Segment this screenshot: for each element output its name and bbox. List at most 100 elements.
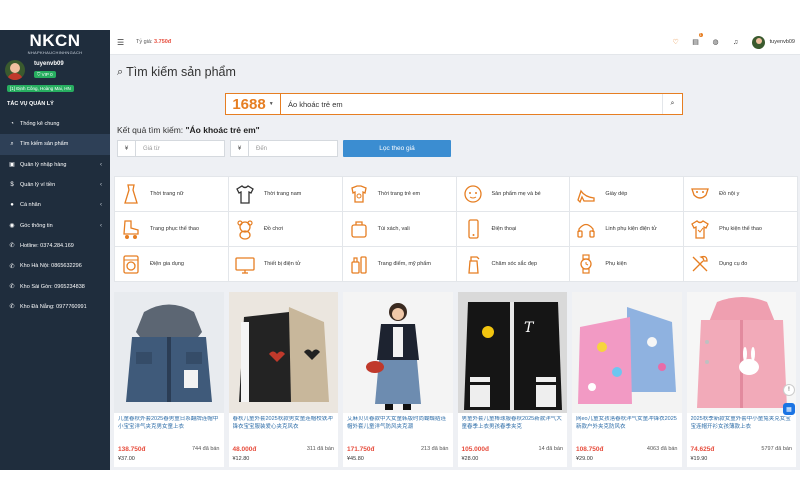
category-item[interactable]: Điện gia dụng: [115, 247, 228, 281]
category-label: Đồ chơi: [263, 226, 284, 232]
sidebar-item-dashboard[interactable]: ◔ Thống kê chung: [0, 114, 110, 134]
header-username[interactable]: tuyenvb09: [770, 39, 795, 45]
product-sold-count: 744 đã bán: [191, 446, 220, 452]
cart-icon[interactable]: ▤ 1: [686, 33, 706, 49]
category-label: Thời trang nam: [263, 191, 302, 197]
exchange-rate-value: 3.750đ: [154, 39, 172, 45]
product-title[interactable]: 2025秋季新款女童外套中小童兔夹克女宝宝连帽开衫女孩薄款上衣: [691, 416, 793, 431]
category-item[interactable]: Đồ chơi: [228, 212, 342, 246]
filter-price-button[interactable]: Lọc theo giá: [343, 140, 451, 157]
search-icon: ⌕: [670, 100, 675, 107]
product-image[interactable]: [228, 292, 338, 413]
wishlist-icon[interactable]: ♡: [666, 35, 686, 49]
product-card[interactable]: 儿童春秋外套2025春男童日系翻牌连帽中小宝宝洋气夹克男女童上衣 138.750…: [114, 292, 224, 467]
category-item[interactable]: Thiết bị điện tử: [228, 247, 342, 281]
product-image[interactable]: [572, 292, 682, 413]
sidebar-item-label: Hotline: 0374.284.169: [20, 242, 74, 249]
category-item[interactable]: Thời trang nam: [228, 177, 342, 211]
category-item[interactable]: Túi xách, vali: [342, 212, 456, 246]
page-title: ⌕ Tìm kiếm sản phẩm: [117, 65, 236, 79]
category-item[interactable]: Chăm sóc sắc đẹp: [456, 247, 570, 281]
category-label: Trang phục thể thao: [150, 226, 200, 232]
sidebar-item-label: Thống kê chung: [20, 121, 60, 128]
category-item[interactable]: Trang phục thể thao: [115, 212, 228, 246]
sidebar-item-label: Cá nhân: [20, 202, 41, 209]
bell-icon[interactable]: ♫: [726, 35, 746, 49]
category-item[interactable]: Thời trang nữ: [115, 177, 228, 211]
category-item[interactable]: Thời trang trẻ em: [342, 177, 456, 211]
product-card[interactable]: 网eo儿童女孩落春秋洋气女童冲锋衣2025新款户外夹克防风衣 108.750đ …: [572, 292, 682, 467]
sidebar-item-search[interactable]: ⌕ Tìm kiếm sản phẩm: [0, 134, 110, 155]
product-title[interactable]: 儿童春秋外套2025春男童日系翻牌连帽中小宝宝洋气夹克男女童上衣: [118, 416, 220, 431]
user-icon: ●: [10, 202, 14, 209]
phone-icon: ✆: [9, 243, 15, 250]
product-title[interactable]: 艾麻贝贝春款中大女童韩版时尚蝴蝶结连帽外套儿童洋气防风夹克潮: [347, 416, 449, 431]
sidebar-item-danang[interactable]: ✆ Kho Đà Nẵng: 0977760991: [0, 297, 110, 317]
product-card[interactable]: 2025秋季新款女童外套中小童兔夹克女宝宝连帽开衫女孩薄款上衣 74.625đ …: [686, 292, 796, 467]
logo[interactable]: NKCN NHAPKHAUCHINHNGACH: [0, 30, 110, 57]
logo-text: NKCN: [29, 31, 81, 50]
sidebar-item-label: Tìm kiếm sản phẩm: [20, 141, 69, 148]
category-label: Thời trang nữ: [150, 191, 184, 197]
product-title[interactable]: 男童外套儿童棒球服春秋2025新款洋气大童春季上衣男孩春季夹克: [462, 416, 564, 431]
category-item[interactable]: Linh phụ kiện điện tử: [570, 212, 684, 246]
category-label: Chăm sóc sắc đẹp: [491, 261, 538, 267]
product-card[interactable]: 艾麻贝贝春款中大女童韩版时尚蝴蝶结连帽外套儿童洋气防风夹克潮 171.750đ …: [343, 292, 453, 467]
headphones-icon: [574, 217, 598, 241]
product-image[interactable]: [343, 292, 453, 413]
cart-badge: 1: [698, 33, 703, 37]
search-button[interactable]: ⌕: [662, 94, 682, 114]
category-item[interactable]: Phụ kiện: [570, 247, 684, 281]
sidebar-item-info[interactable]: ◉ Góc thông tin ‹: [0, 215, 110, 235]
header-avatar[interactable]: [751, 35, 765, 49]
product-image[interactable]: [686, 292, 796, 413]
category-item[interactable]: Trang điểm, mỹ phẩm: [342, 247, 456, 281]
product-card[interactable]: 春秋儿童外套2025秋款男女童连帽校铁冲锋衣宝宝服装爱心夹克风衣 48.000đ…: [228, 292, 338, 467]
category-label: Thời trang trẻ em: [377, 191, 421, 197]
product-title[interactable]: 网eo儿童女孩落春秋洋气女童冲锋衣2025新款户外夹克防风衣: [576, 416, 678, 431]
globe-icon[interactable]: ◍: [706, 35, 726, 49]
product-sold-count: 14 đã bán: [538, 446, 563, 452]
platform-select[interactable]: 1688 ▼: [226, 94, 281, 114]
category-label: Phụ kiện: [605, 261, 627, 267]
floating-actions: ! ▦: [783, 384, 796, 422]
sidebar-item-wallet[interactable]: $ Quản lý ví tiền ‹: [0, 175, 110, 195]
translate-icon[interactable]: ▦: [783, 403, 795, 415]
product-list: 儿童春秋外套2025春男童日系翻牌连帽中小宝宝洋气夹克男女童上衣 138.750…: [114, 292, 798, 470]
product-price-cny: ¥37.00: [118, 456, 135, 462]
category-item[interactable]: Điện thoại: [456, 212, 570, 246]
product-price: 108.750đ: [576, 446, 604, 453]
category-item[interactable]: Sản phẩm mẹ và bé: [456, 177, 570, 211]
sidebar-item-hotline[interactable]: ✆ Hotline: 0374.284.169: [0, 236, 110, 256]
info-icon[interactable]: !: [783, 384, 795, 396]
category-item[interactable]: Dụng cụ đo: [684, 247, 797, 281]
category-item[interactable]: Giày dép: [570, 177, 684, 211]
price-from-input[interactable]: Giá từ: [136, 146, 160, 152]
menu-toggle-icon[interactable]: ☰: [117, 38, 124, 47]
sidebar-item-imports[interactable]: ▣ Quản lý nhập hàng ‹: [0, 155, 110, 175]
avatar: [5, 60, 25, 80]
sidebar-item-label: Quản lý ví tiền: [20, 182, 56, 189]
product-card[interactable]: T 男童外套儿童棒球服春秋2025新款洋气大童春季上衣男孩春季夹克 105.00…: [457, 292, 567, 467]
product-sold-count: 311 đã bán: [306, 446, 334, 452]
address-badge: [1] Định Công, Hoàng Mai, HN: [7, 85, 74, 92]
product-image[interactable]: T: [457, 292, 567, 413]
sidebar-item-saigon[interactable]: ✆ Kho Sài Gòn: 0965234838: [0, 276, 110, 296]
category-label: Dụng cụ đo: [719, 261, 748, 267]
username: tuyenvb09: [34, 61, 64, 67]
price-to-input[interactable]: Đến: [249, 146, 267, 152]
search-input[interactable]: Áo khoác trẻ em: [281, 94, 662, 114]
user-profile[interactable]: tuyenvb09 ⛉ VIP 0: [5, 60, 105, 82]
sidebar-item-personal[interactable]: ● Cá nhân ‹: [0, 195, 110, 215]
product-title[interactable]: 春秋儿童外套2025秋款男女童连帽校铁冲锋衣宝宝服装爱心夹克风衣: [233, 416, 335, 431]
category-label: Thiết bị điện tử: [263, 261, 301, 267]
price-from-field[interactable]: ¥ Giá từ: [117, 140, 225, 157]
sidebar-item-hanoi[interactable]: ✆ Kho Hà Nội: 0865632296: [0, 256, 110, 276]
product-image[interactable]: [114, 292, 224, 413]
search-icon: ⌕: [117, 65, 124, 78]
price-to-field[interactable]: ¥ Đến: [230, 140, 338, 157]
category-item[interactable]: Đồ nội y: [684, 177, 797, 211]
category-label: Điện gia dụng: [150, 261, 184, 267]
category-item[interactable]: Phụ kiện thể thao: [684, 212, 797, 246]
logo-subtext: NHAPKHAUCHINHNGACH: [27, 50, 83, 55]
